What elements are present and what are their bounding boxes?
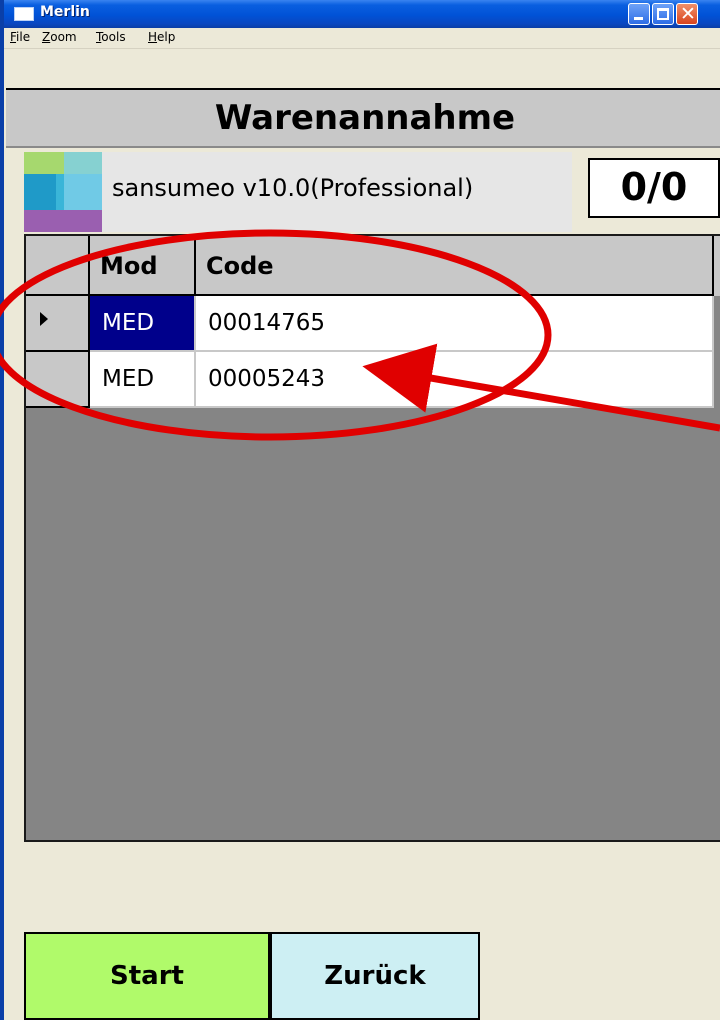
version-label: sansumeo v10.0(Professional) bbox=[112, 174, 474, 202]
maximize-button[interactable] bbox=[652, 3, 674, 25]
back-button[interactable]: Zurück bbox=[270, 932, 480, 1020]
maximize-icon bbox=[657, 8, 669, 20]
page-title: Warenannahme bbox=[214, 98, 516, 138]
counter-panel: 0/0 bbox=[572, 152, 720, 232]
grid-header: Mod Code bbox=[26, 236, 720, 296]
menu-zoom[interactable]: Zoom bbox=[42, 30, 77, 44]
cell-mod[interactable]: MED bbox=[90, 296, 196, 352]
info-row: sansumeo v10.0(Professional) 0/0 bbox=[24, 152, 720, 232]
current-row-indicator-icon bbox=[40, 312, 48, 326]
window-title: Merlin bbox=[40, 4, 90, 20]
page-header: Warenannahme bbox=[6, 88, 720, 148]
item-counter: 0/0 bbox=[588, 158, 720, 218]
button-bar: Start Zurück bbox=[24, 932, 720, 1020]
version-panel: sansumeo v10.0(Professional) bbox=[102, 152, 572, 232]
column-header-mod[interactable]: Mod bbox=[90, 236, 196, 296]
column-header-code[interactable]: Code bbox=[196, 236, 714, 296]
menu-bar: File Zoom Tools Help bbox=[4, 28, 720, 49]
row-header[interactable] bbox=[26, 352, 90, 408]
close-icon: ✕ bbox=[680, 3, 696, 25]
data-grid[interactable]: Mod Code MED 00014765 MED 00005243 bbox=[24, 234, 720, 842]
menu-tools[interactable]: Tools bbox=[96, 30, 126, 44]
start-button[interactable]: Start bbox=[24, 932, 270, 1020]
menu-file[interactable]: File bbox=[10, 30, 30, 44]
grid-corner-cell bbox=[26, 236, 90, 296]
app-window-icon bbox=[14, 7, 34, 21]
minimize-icon bbox=[634, 17, 643, 20]
cell-code[interactable]: 00005243 bbox=[196, 352, 714, 408]
close-button[interactable]: ✕ bbox=[676, 3, 698, 25]
cell-code[interactable]: 00014765 bbox=[196, 296, 714, 352]
cell-mod[interactable]: MED bbox=[90, 352, 196, 408]
menu-help[interactable]: Help bbox=[148, 30, 175, 44]
row-header[interactable] bbox=[26, 296, 90, 352]
title-bar[interactable]: Merlin ✕ bbox=[4, 0, 720, 28]
minimize-button[interactable] bbox=[628, 3, 650, 25]
sansumeo-logo bbox=[24, 152, 102, 232]
app-window: Merlin ✕ File Zoom Tools Help Warenannah… bbox=[0, 0, 720, 1020]
